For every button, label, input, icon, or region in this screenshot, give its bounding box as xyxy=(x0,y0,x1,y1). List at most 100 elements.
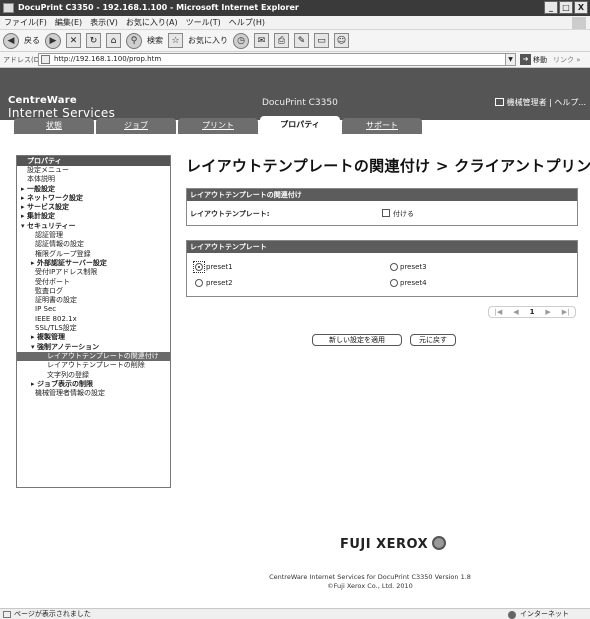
footer-copyright: ©Fuji Xerox Co., Ltd. 2010 xyxy=(327,582,413,590)
minimize-button[interactable]: _ xyxy=(544,1,558,14)
menu-favorites[interactable]: お気に入り(A) xyxy=(126,16,178,29)
radio-preset3-label[interactable]: preset3 xyxy=(400,263,427,271)
radio-preset1-label[interactable]: preset1 xyxy=(206,263,233,271)
sidebar-item[interactable]: 認証管理 xyxy=(17,231,170,240)
address-input[interactable]: http://192.168.1.100/prop.htm xyxy=(38,53,506,66)
sidebar-item[interactable]: 設定メニュー xyxy=(17,166,170,175)
status-bar: ページが表示されました インターネット xyxy=(0,608,590,619)
sidebar-item[interactable]: 受付ポート xyxy=(17,278,170,287)
radio-preset3[interactable] xyxy=(390,263,398,271)
favorites-label[interactable]: お気に入り xyxy=(188,35,228,46)
radio-preset4[interactable] xyxy=(390,279,398,287)
radio-preset2-label[interactable]: preset2 xyxy=(206,279,233,287)
favorites-star-icon[interactable]: ☆ xyxy=(168,33,183,48)
reset-button[interactable]: 元に戻す xyxy=(410,334,456,346)
properties-sidebar: プロパティ 設定メニュー 本体説明 ▸ 一般設定 ▸ ネットワーク設定 ▸ サービス設定… xyxy=(16,155,171,488)
fuji-xerox-logo-text: FUJI XEROX xyxy=(340,537,429,552)
close-button[interactable]: X xyxy=(574,1,588,14)
sidebar-item[interactable]: 機械管理者情報の設定 xyxy=(17,389,170,398)
user-label: 機械管理者 | ヘルプ... xyxy=(506,98,586,107)
messenger-icon[interactable]: ☺ xyxy=(334,33,349,48)
page-header: CentreWare Internet Services DocuPrint C… xyxy=(0,68,590,134)
tab-jobs[interactable]: ジョブ xyxy=(96,118,176,134)
sidebar-item[interactable]: ▸ 複製管理 xyxy=(17,333,170,342)
apply-settings-button[interactable]: 新しい設定を適用 xyxy=(312,334,402,346)
internet-zone-icon xyxy=(508,611,516,619)
sidebar-item[interactable]: レイアウトテンプレートの削除 xyxy=(17,361,170,370)
sidebar-item[interactable]: SSL/TLS設定 xyxy=(17,324,170,333)
sidebar-item[interactable]: 本体説明 xyxy=(17,175,170,184)
radio-preset4-label[interactable]: preset4 xyxy=(400,279,427,287)
mail-icon[interactable]: ✉ xyxy=(254,33,269,48)
window-title-bar: DocuPrint C3350 - 192.168.1.100 - Micros… xyxy=(0,0,590,16)
home-icon[interactable]: ⌂ xyxy=(106,33,121,48)
tab-support[interactable]: サポート xyxy=(342,118,422,134)
fuji-xerox-logo: FUJI XEROX xyxy=(340,536,447,552)
sidebar-item[interactable]: IEEE 802.1x xyxy=(17,315,170,324)
sidebar-item[interactable]: 証明書の設定 xyxy=(17,296,170,305)
forward-arrow-icon[interactable]: ▶ xyxy=(45,32,61,49)
search-icon[interactable]: ⚲ xyxy=(126,32,142,49)
go-button[interactable]: ➜ 移動 xyxy=(520,54,547,65)
assoc-row: レイアウトテンプレート: 付ける xyxy=(187,201,577,225)
search-label[interactable]: 検索 xyxy=(147,35,163,46)
back-label[interactable]: 戻る xyxy=(24,35,40,46)
address-bar: アドレス(D) http://192.168.1.100/prop.htm ▼ … xyxy=(0,52,590,68)
tab-print[interactable]: プリント xyxy=(178,118,258,134)
pager-page-number: 1 xyxy=(529,308,535,316)
radio-preset1[interactable] xyxy=(195,263,203,271)
sidebar-item[interactable]: 文字列の登録 xyxy=(17,371,170,380)
sidebar-item[interactable]: ▸ ジョブ表示の制限 xyxy=(17,380,170,389)
refresh-icon[interactable]: ↻ xyxy=(86,33,101,48)
radio-preset2[interactable] xyxy=(195,279,203,287)
discuss-icon[interactable]: ▭ xyxy=(314,33,329,48)
edit-icon[interactable]: ✎ xyxy=(294,33,309,48)
address-label: アドレス(D) xyxy=(3,55,42,64)
pager-next-button[interactable]: ▶ xyxy=(545,308,550,316)
menu-tools[interactable]: ツール(T) xyxy=(186,16,221,29)
sidebar-item[interactable]: 認証情報の設定 xyxy=(17,240,170,249)
page-icon xyxy=(41,55,50,64)
status-text: ページが表示されました xyxy=(14,610,91,618)
print-icon[interactable]: ⎙ xyxy=(274,33,289,48)
pager-first-button[interactable]: |◀ xyxy=(494,308,502,316)
sidebar-item[interactable]: ▸ 外部認証サーバー設定 xyxy=(17,259,170,268)
sidebar-item[interactable]: ▸ 一般設定 xyxy=(17,185,170,194)
sidebar-item[interactable]: ▾ 強制アノテーション xyxy=(17,343,170,352)
sidebar-item[interactable]: ▾ セキュリティー xyxy=(17,222,170,231)
device-model: DocuPrint C3350 xyxy=(262,98,338,108)
address-dropdown-icon[interactable]: ▼ xyxy=(506,53,516,66)
sidebar-item[interactable]: 権限グループ登録 xyxy=(17,250,170,259)
menu-bar: ファイル(F) 編集(E) 表示(V) お気に入り(A) ツール(T) ヘルプ(… xyxy=(0,16,590,30)
menu-edit[interactable]: 編集(E) xyxy=(55,16,82,29)
sidebar-item[interactable]: ▸ 集計設定 xyxy=(17,212,170,221)
page-title: レイアウトテンプレートの関連付け > クライアントプリント xyxy=(186,157,590,175)
go-arrow-icon: ➜ xyxy=(520,54,531,65)
sidebar-item[interactable]: ▸ ネットワーク設定 xyxy=(17,194,170,203)
menu-file[interactable]: ファイル(F) xyxy=(4,16,47,29)
menu-view[interactable]: 表示(V) xyxy=(90,16,118,29)
sidebar-item[interactable]: レイアウトテンプレートの関連付け xyxy=(17,351,170,362)
sidebar-item[interactable]: 監査ログ xyxy=(17,287,170,296)
back-arrow-icon[interactable]: ◀ xyxy=(3,32,19,49)
menu-help[interactable]: ヘルプ(H) xyxy=(229,16,265,29)
attach-checkbox-label[interactable]: 付ける xyxy=(393,209,414,219)
stop-icon[interactable]: ✕ xyxy=(66,33,81,48)
sidebar-item[interactable]: ▸ サービス設定 xyxy=(17,203,170,212)
pager-prev-button[interactable]: ◀ xyxy=(513,308,518,316)
sidebar-item[interactable]: 受付IPアドレス制限 xyxy=(17,268,170,277)
main-tabs: 状態 ジョブ プリント プロパティ サポート xyxy=(14,116,422,134)
user-menu[interactable]: 機械管理者 | ヘルプ... xyxy=(494,97,586,108)
history-icon[interactable]: ◷ xyxy=(233,32,249,49)
sidebar-item[interactable]: IP Sec xyxy=(17,305,170,314)
attach-checkbox[interactable] xyxy=(382,209,390,217)
tab-status[interactable]: 状態 xyxy=(14,118,94,134)
pager-last-button[interactable]: ▶| xyxy=(562,308,570,316)
tab-properties[interactable]: プロパティ xyxy=(260,116,340,134)
links-button[interactable]: リンク » xyxy=(553,55,581,65)
template-assoc-label: レイアウトテンプレート: xyxy=(190,210,270,218)
footer-version: CentreWare Internet Services for DocuPri… xyxy=(269,573,471,581)
windows-logo-icon xyxy=(572,17,586,29)
maximize-button[interactable]: □ xyxy=(559,1,573,14)
assoc-section: レイアウトテンプレートの関連付け レイアウトテンプレート: 付ける xyxy=(186,188,578,226)
